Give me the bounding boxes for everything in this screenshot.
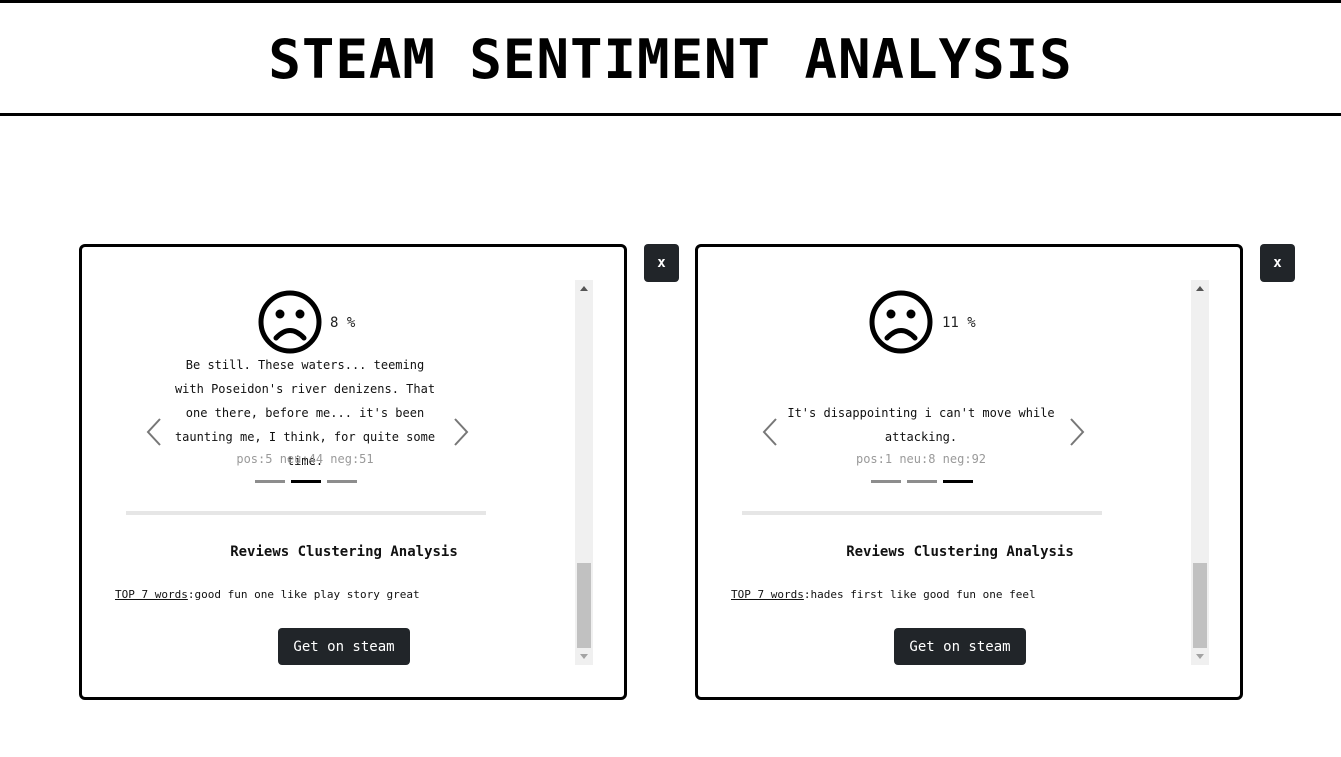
scroll-down-arrow-icon[interactable]	[580, 654, 588, 659]
frown-face-icon	[258, 290, 322, 354]
sentiment-percent: 11 %	[942, 315, 976, 331]
get-on-steam-button[interactable]: Get on steam	[894, 628, 1026, 665]
scrollbar-thumb[interactable]	[577, 563, 591, 648]
carousel-indicators	[255, 480, 357, 483]
chevron-right-icon[interactable]	[1067, 417, 1087, 447]
divider	[742, 511, 1102, 515]
carousel-indicator-active[interactable]	[291, 480, 321, 483]
page-header: STEAM SENTIMENT ANALYSIS	[0, 0, 1341, 116]
scroll-up-arrow-icon[interactable]	[1196, 286, 1204, 291]
scrollbar-thumb[interactable]	[1193, 563, 1207, 648]
divider	[126, 511, 486, 515]
frown-face-icon	[869, 290, 933, 354]
top-words-value: :good fun one like play story great	[187, 588, 420, 601]
top-words: TOP 7 words:hades first like good fun on…	[731, 588, 1036, 601]
top-words: TOP 7 words:good fun one like play story…	[115, 588, 420, 601]
top-words-value: :hades first like good fun one feel	[803, 588, 1036, 601]
carousel-indicator[interactable]	[907, 480, 937, 483]
sentiment-row: 8 %	[82, 289, 578, 355]
scroll-down-arrow-icon[interactable]	[1196, 654, 1204, 659]
get-on-steam-button[interactable]: Get on steam	[278, 628, 410, 665]
sentiment-row: 11 %	[698, 289, 1194, 355]
page-title: STEAM SENTIMENT ANALYSIS	[268, 27, 1073, 91]
carousel-indicator[interactable]	[327, 480, 357, 483]
top-words-link[interactable]: TOP 7 words	[731, 588, 804, 601]
card-scroll-area[interactable]: 8 % Be still. These waters... teeming wi…	[82, 280, 578, 665]
close-button[interactable]: x	[644, 244, 679, 282]
chevron-left-icon[interactable]	[760, 417, 780, 447]
top-words-link[interactable]: TOP 7 words	[115, 588, 188, 601]
cluster-title: Reviews Clustering Analysis	[846, 544, 1074, 560]
review-scores: pos:5 neu:44 neg:51	[236, 452, 374, 466]
close-button[interactable]: x	[1260, 244, 1295, 282]
card-scroll-area[interactable]: 11 % It's disappointing i can't move whi…	[698, 280, 1194, 665]
review-scores: pos:1 neu:8 neg:92	[855, 452, 987, 466]
sentiment-percent: 8 %	[330, 315, 356, 331]
carousel-indicator-active[interactable]	[943, 480, 973, 483]
carousel-indicator[interactable]	[871, 480, 901, 483]
chevron-left-icon[interactable]	[144, 417, 164, 447]
scrollbar[interactable]	[575, 280, 593, 665]
carousel-indicators	[871, 480, 973, 483]
carousel-indicator[interactable]	[255, 480, 285, 483]
scrollbar[interactable]	[1191, 280, 1209, 665]
review-text: It's disappointing i can't move while at…	[787, 406, 1055, 444]
chevron-right-icon[interactable]	[451, 417, 471, 447]
cluster-title: Reviews Clustering Analysis	[230, 544, 458, 560]
game-card-2: 11 % It's disappointing i can't move whi…	[695, 244, 1243, 700]
scroll-up-arrow-icon[interactable]	[580, 286, 588, 291]
game-card-1: 8 % Be still. These waters... teeming wi…	[79, 244, 627, 700]
